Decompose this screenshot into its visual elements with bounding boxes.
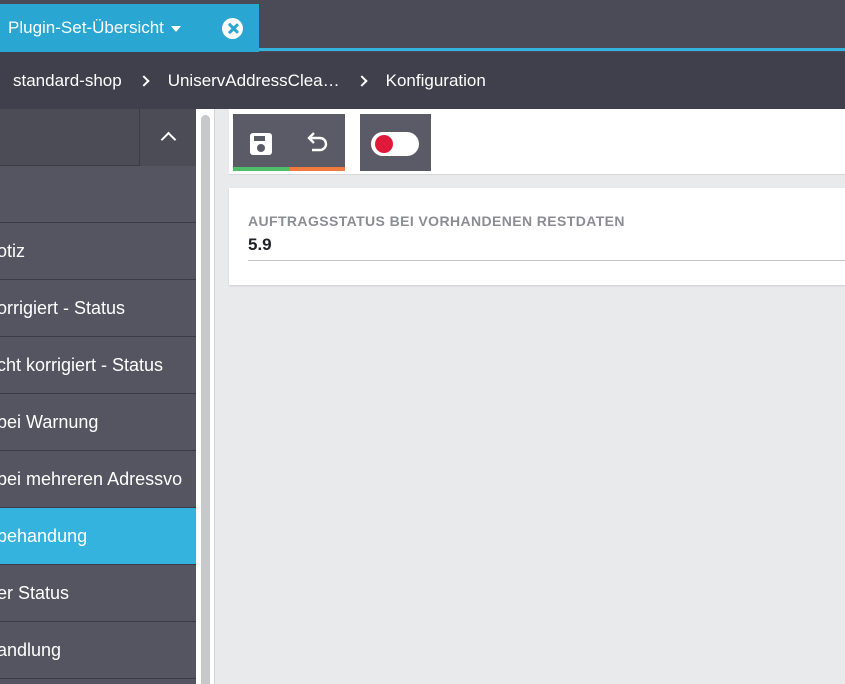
sidebar-item-label: cht korrigiert - Status [0,354,164,375]
sidebar-scrollbar[interactable] [196,109,215,684]
save-indicator-bar [233,167,289,171]
sidebar-item-active[interactable]: behandung [0,508,196,565]
toolbar [229,109,845,175]
toggle-icon[interactable] [371,132,419,156]
sidebar-item[interactable]: er Status [0,565,196,622]
sidebar-item[interactable]: bei Warnung [0,394,196,451]
sidebar-item[interactable] [0,166,196,223]
sidebar-item[interactable]: otiz [0,223,196,280]
sidebar-item-label: bei mehreren Adressvo [0,468,183,489]
breadcrumb: standard-shop UniservAddressClea… Konfig… [0,52,845,109]
tab-bar: Plugin-Set-Übersicht [0,0,845,52]
tab-plugin-set-overview[interactable]: Plugin-Set-Übersicht [0,4,259,52]
sidebar-item-label: behandung [0,525,88,546]
field-label: AUFTRAGSSTATUS BEI VORHANDENEN RESTDATEN [248,213,625,229]
undo-indicator-bar [289,167,345,171]
breadcrumb-item-shop[interactable]: standard-shop [13,71,122,91]
config-card: AUFTRAGSSTATUS BEI VORHANDENEN RESTDATEN… [229,188,845,285]
undo-icon [307,132,328,152]
sidebar-item[interactable]: bei mehreren Adressvo [0,451,196,508]
breadcrumb-item-plugin[interactable]: UniservAddressClea… [168,71,340,91]
tab-label[interactable]: Plugin-Set-Übersicht [8,18,164,38]
close-icon[interactable] [222,18,243,39]
active-toggle-button[interactable] [360,114,431,171]
sidebar-header [0,109,196,166]
save-icon [250,133,272,155]
undo-button[interactable] [289,114,345,171]
sidebar-item-label: otiz [0,240,26,261]
order-status-input[interactable]: 5.9 [248,235,272,255]
chevron-right-icon [138,74,150,87]
sidebar-item[interactable]: orrigiert - Status [0,280,196,337]
breadcrumb-item-configuration[interactable]: Konfiguration [386,71,486,91]
collapse-chevron-up-icon[interactable] [139,109,196,166]
scrollbar-thumb[interactable] [201,115,210,684]
save-button[interactable] [233,114,289,171]
chevron-right-icon [355,74,368,87]
sidebar-item-label: orrigiert - Status [0,297,126,318]
sidebar: otiz orrigiert - Status cht korrigiert -… [0,109,196,684]
sidebar-item-label: andlung [0,639,62,660]
sidebar-item[interactable]: cht korrigiert - Status [0,337,196,394]
caret-down-icon[interactable] [170,26,181,32]
sidebar-item-label: bei Warnung [0,411,99,432]
sidebar-item[interactable]: andlung [0,622,196,679]
field-underline [248,260,845,261]
sidebar-item-label: er Status [0,582,70,603]
